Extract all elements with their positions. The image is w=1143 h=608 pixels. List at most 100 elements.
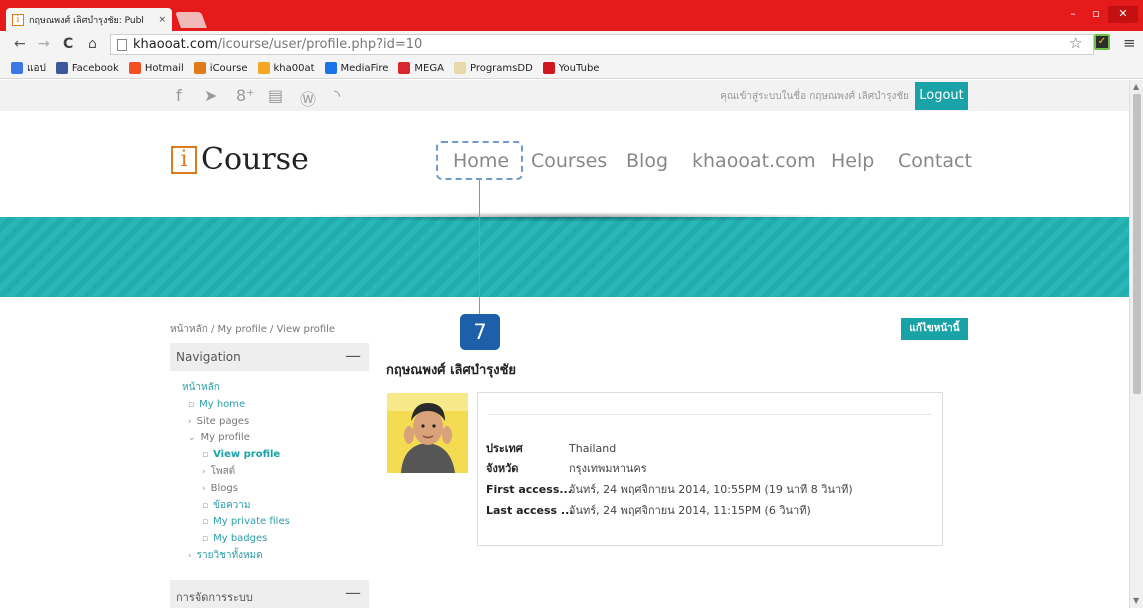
- google-plus-icon[interactable]: 8⁺: [236, 86, 255, 105]
- browser-tab[interactable]: i กฤษณพงศ์ เลิศบำรุงชัย: Publ ×: [6, 8, 172, 31]
- nav-khaooat[interactable]: khaooat.com: [692, 150, 816, 172]
- twitter-icon[interactable]: ➤: [204, 86, 217, 105]
- back-arrow-icon[interactable]: ←: [14, 36, 26, 52]
- profile-field-row: First access...จันทร์, 24 พฤศจิกายน 2014…: [486, 480, 853, 498]
- profile-details: ประเทศ Thailand จังหวัด กรุงเทพมหานคร First …: [477, 392, 943, 546]
- nav-tree-item[interactable]: › โพสต์: [170, 464, 290, 481]
- bookmark-item[interactable]: MEGA: [398, 62, 444, 74]
- bookmark-label: Facebook: [71, 62, 119, 74]
- navigation-title: Navigation: [176, 350, 241, 364]
- nav-tree-label: หน้าหลัก: [182, 382, 220, 393]
- page-scrollbar[interactable]: ▲ ▼: [1129, 80, 1143, 608]
- close-tab-icon[interactable]: ×: [158, 15, 166, 25]
- navigation-block-header[interactable]: Navigation —: [170, 343, 369, 371]
- tree-node-icon: ▫: [188, 399, 195, 410]
- address-bar[interactable]: khaooat.com/icourse/user/profile.php?id=…: [110, 34, 1094, 55]
- profile-divider: [488, 414, 932, 415]
- scroll-down-icon[interactable]: ▼: [1133, 596, 1139, 605]
- wordpress-icon[interactable]: Ⓦ: [300, 86, 316, 110]
- tree-node-icon: ▫: [202, 534, 209, 545]
- reload-icon[interactable]: C: [63, 36, 73, 52]
- browser-toolbar: ← → C ⌂ khaooat.com/icourse/user/profile…: [0, 31, 1143, 58]
- bookmark-star-icon[interactable]: ☆: [1069, 34, 1082, 52]
- profile-field-value: จันทร์, 24 พฤศจิกายน 2014, 10:55PM (19 น…: [569, 483, 853, 496]
- nav-tree-item[interactable]: ▫ View profile: [170, 447, 290, 464]
- bookmark-item[interactable]: iCourse: [193, 62, 248, 74]
- chrome-menu-icon[interactable]: ≡: [1123, 34, 1136, 52]
- profile-field-label: ประเทศ: [486, 442, 523, 455]
- youtube-icon[interactable]: ▤: [268, 86, 283, 105]
- nav-tree-item[interactable]: ▫ My private files: [170, 514, 290, 531]
- nav-blog[interactable]: Blog: [626, 150, 668, 172]
- tree-node-icon: ▫: [202, 517, 209, 528]
- bookmark-icon: [398, 62, 411, 74]
- nav-tree-item[interactable]: ▫ My badges: [170, 531, 290, 548]
- bookmark-item[interactable]: แอป: [11, 61, 46, 76]
- admin-block-header[interactable]: การจัดการระบบ —: [170, 580, 369, 608]
- web-page: f ➤ 8⁺ ▤ Ⓦ ◝ คุณเข้าสู่ระบบในชื่อ กฤษณพง…: [0, 80, 1129, 608]
- profile-field-label: Last access ...: [486, 504, 574, 517]
- nav-courses[interactable]: Courses: [531, 150, 607, 172]
- home-icon[interactable]: ⌂: [88, 36, 97, 52]
- collapse-icon[interactable]: —: [345, 346, 361, 365]
- site-logo[interactable]: i Course: [171, 142, 309, 177]
- nav-tree-label: My private files: [213, 516, 290, 528]
- admin-title: การจัดการระบบ: [176, 591, 253, 604]
- nav-tree-item[interactable]: หน้าหลัก: [170, 380, 290, 397]
- bookmark-item[interactable]: kha00at: [257, 62, 315, 74]
- collapse-icon[interactable]: —: [345, 583, 361, 602]
- nav-help[interactable]: Help: [831, 150, 874, 172]
- logo-text: Course: [201, 142, 309, 177]
- facebook-icon[interactable]: f: [176, 86, 182, 105]
- nav-tree-label: My home: [199, 398, 246, 410]
- navigation-tree: หน้าหลัก ▫ My home › Site pages ⌄ My profile ▫ V…: [170, 380, 290, 565]
- bookmark-item[interactable]: ProgramsDD: [453, 62, 533, 74]
- forward-arrow-icon[interactable]: →: [38, 36, 50, 52]
- nav-tree-item[interactable]: › Blogs: [170, 481, 290, 498]
- bookmark-item[interactable]: Hotmail: [128, 62, 184, 74]
- nav-tree-item[interactable]: › รายวิชาทั้งหมด: [170, 548, 290, 565]
- profile-field-label: First access...: [486, 483, 572, 496]
- breadcrumb[interactable]: หน้าหลัก / My profile / View profile: [170, 322, 335, 337]
- nav-tree-item[interactable]: ▫ ข้อความ: [170, 498, 290, 515]
- rss-icon[interactable]: ◝: [334, 86, 340, 105]
- tree-node-icon: ▫: [202, 500, 209, 511]
- extension-icon[interactable]: ✓: [1094, 34, 1110, 50]
- header-banner: [0, 217, 1129, 297]
- tree-node-icon: ›: [202, 466, 206, 477]
- scroll-up-icon[interactable]: ▲: [1133, 82, 1139, 91]
- nav-tree-item[interactable]: ▫ My home: [170, 397, 290, 414]
- icourse-favicon-icon: i: [12, 13, 24, 26]
- maximize-window-icon[interactable]: ▫: [1086, 6, 1106, 23]
- close-window-icon[interactable]: ✕: [1108, 6, 1138, 23]
- browser-tab-bar: i กฤษณพงศ์ เลิศบำรุงชัย: Publ × – ▫ ✕: [0, 0, 1143, 31]
- tree-node-icon: ⌄: [188, 433, 196, 444]
- profile-field-value: จันทร์, 24 พฤศจิกายน 2014, 11:15PM (6 วิ…: [569, 504, 811, 517]
- new-tab-button[interactable]: [175, 12, 207, 28]
- profile-name: กฤษณพงศ์ เลิศบำรุงชัย: [386, 363, 517, 378]
- nav-tree-item[interactable]: › Site pages: [170, 414, 290, 431]
- bookmark-icon: [324, 62, 337, 74]
- nav-tree-label: View profile: [213, 449, 281, 461]
- nav-contact[interactable]: Contact: [898, 150, 972, 172]
- tree-node-icon: ›: [188, 416, 192, 427]
- minimize-window-icon[interactable]: –: [1063, 6, 1083, 23]
- logout-button[interactable]: Logout: [915, 82, 968, 110]
- url-path: /icourse/user/profile.php?id=10: [217, 37, 423, 52]
- bookmark-label: แอป: [27, 62, 46, 74]
- bookmark-item[interactable]: YouTube: [542, 62, 599, 74]
- bookmark-icon: [128, 62, 141, 74]
- nav-tree-item[interactable]: ⌄ My profile: [170, 430, 290, 447]
- bookmark-label: MEGA: [414, 62, 444, 74]
- bookmark-icon: [542, 62, 555, 74]
- scroll-thumb[interactable]: [1133, 94, 1141, 394]
- login-info: คุณเข้าสู่ระบบในชื่อ กฤษณพงศ์ เลิศบำรุงช…: [720, 91, 909, 102]
- logo-box: i: [171, 145, 197, 174]
- edit-page-button[interactable]: แก้ไขหน้านี้: [901, 318, 968, 340]
- bookmark-icon: [193, 62, 206, 74]
- bookmark-label: Hotmail: [144, 62, 184, 74]
- profile-field-row: จังหวัด กรุงเทพมหานคร: [486, 459, 647, 477]
- bookmark-item[interactable]: MediaFire: [324, 62, 388, 74]
- bookmark-label: kha00at: [273, 62, 315, 74]
- bookmark-item[interactable]: Facebook: [55, 62, 119, 74]
